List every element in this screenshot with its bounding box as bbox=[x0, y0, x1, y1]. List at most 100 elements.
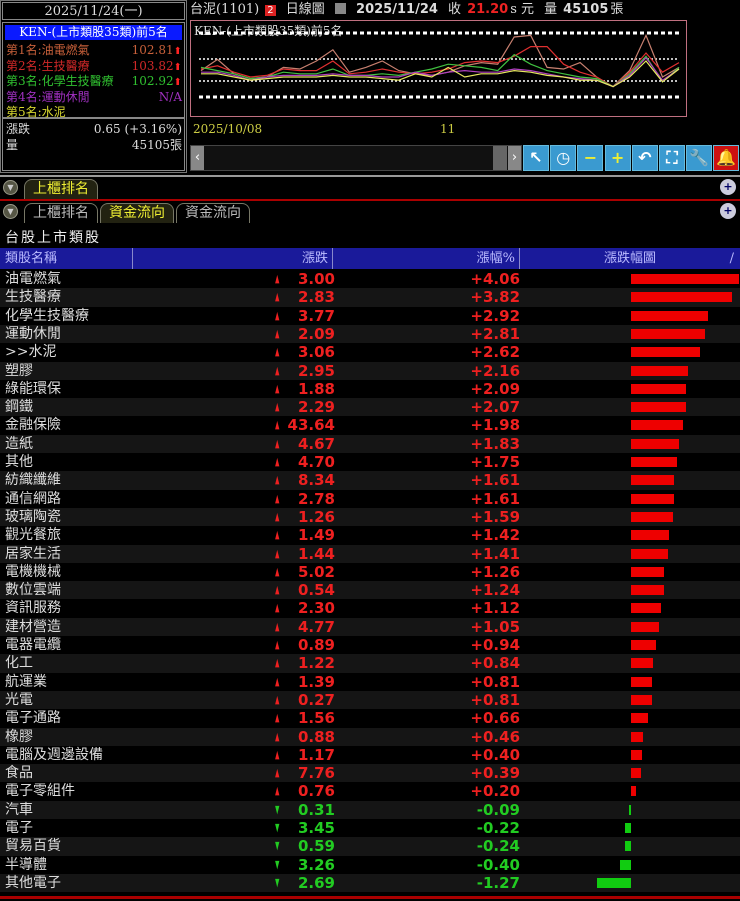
table-row[interactable]: 光電 ▲ 0.27 +0.81 bbox=[0, 690, 740, 710]
scroll-left-button[interactable]: ‹ bbox=[191, 146, 204, 170]
table-row[interactable]: 油電燃氣 ▲ 3.00 +4.06 bbox=[0, 270, 740, 289]
col-name[interactable]: 類股名稱 bbox=[0, 248, 133, 269]
change-value: 1.26 bbox=[297, 507, 335, 526]
table-row[interactable]: 塑膠 ▲ 2.95 +2.16 bbox=[0, 361, 740, 380]
fit-button[interactable]: ⛶ bbox=[659, 145, 685, 171]
table-row[interactable]: 電機機械 ▲ 5.02 +1.26 bbox=[0, 562, 740, 582]
arrow-button[interactable]: ↖ bbox=[523, 145, 549, 171]
pct-value: +1.05 bbox=[470, 617, 520, 636]
table-row[interactable]: 電腦及週邊設備 ▲ 1.17 +0.40 bbox=[0, 745, 740, 765]
pct-value: -0.09 bbox=[476, 800, 520, 819]
category-name: 紡織纖維 bbox=[5, 472, 61, 489]
zoom-icon[interactable]: + bbox=[720, 203, 736, 219]
pct-value: +2.81 bbox=[470, 324, 520, 343]
clock-button[interactable]: ◷ bbox=[550, 145, 577, 171]
table-row[interactable]: 橡膠 ▲ 0.88 +0.46 bbox=[0, 727, 740, 746]
bar-up bbox=[631, 749, 642, 760]
plus-button[interactable]: + bbox=[604, 145, 631, 171]
up-arrow-icon: ▲ bbox=[275, 564, 280, 578]
tab-fund-flow-2[interactable]: 資金流向 bbox=[176, 203, 250, 223]
change-value: 1.56 bbox=[297, 709, 335, 728]
tab-otc-rank-top[interactable]: 上櫃排名 bbox=[24, 179, 98, 199]
x-label-start: 2025/10/08 bbox=[193, 122, 263, 136]
table-row[interactable]: 電器電纜 ▲ 0.89 +0.94 bbox=[0, 636, 740, 655]
table-row[interactable]: 通信網路 ▲ 2.78 +1.61 bbox=[0, 489, 740, 508]
table-row[interactable]: 居家生活 ▲ 1.44 +1.41 bbox=[0, 544, 740, 563]
header-end: / bbox=[729, 251, 734, 266]
table-row[interactable]: 生技醫療 ▲ 2.83 +3.82 bbox=[0, 288, 740, 307]
table-row[interactable]: 金融保險 ▲ 43.64 +1.98 bbox=[0, 416, 740, 435]
table-row[interactable]: 造紙 ▲ 4.67 +1.83 bbox=[0, 434, 740, 453]
table-row[interactable]: 汽車 ▼ 0.31 -0.09 bbox=[0, 800, 740, 819]
minus-button[interactable]: − bbox=[577, 145, 604, 171]
change-value: 3.26 bbox=[297, 855, 335, 874]
undo-button[interactable]: ↶ bbox=[631, 145, 658, 171]
col-bar[interactable]: 漲跌幅圖 bbox=[520, 248, 740, 269]
scroll-thumb[interactable] bbox=[493, 146, 507, 170]
table-row[interactable]: 化工 ▲ 1.22 +0.84 bbox=[0, 654, 740, 673]
change-value: 2.95 bbox=[297, 361, 335, 380]
table-row[interactable]: 其他電子 ▼ 2.69 -1.27 bbox=[0, 873, 740, 893]
table-row[interactable]: 食品 ▲ 7.76 +0.39 bbox=[0, 764, 740, 783]
table-row[interactable]: 觀光餐旅 ▲ 1.49 +1.42 bbox=[0, 526, 740, 545]
table-row[interactable]: 航運業 ▲ 1.39 +0.81 bbox=[0, 672, 740, 691]
bell-button[interactable]: 🔔 bbox=[713, 145, 740, 171]
bar-up bbox=[631, 548, 669, 559]
category-name: 觀光餐旅 bbox=[5, 527, 61, 544]
table-row[interactable]: 建材營造 ▲ 4.77 +1.05 bbox=[0, 617, 740, 636]
tab-otc-rank[interactable]: 上櫃排名 bbox=[24, 203, 98, 223]
col-change[interactable]: 漲跌 bbox=[133, 248, 333, 269]
down-arrow-icon: ▼ bbox=[275, 839, 280, 853]
category-name: 其他 bbox=[5, 454, 33, 470]
mini-chart[interactable]: KEN-(上市類股35類)前5名 bbox=[190, 20, 687, 117]
pct-value: +1.26 bbox=[470, 562, 520, 581]
pct-value: +1.61 bbox=[470, 471, 520, 490]
chart-scrollbar[interactable]: ‹ › bbox=[190, 145, 522, 171]
zoom-icon[interactable]: + bbox=[720, 179, 736, 195]
table-row[interactable]: 鋼鐵 ▲ 2.29 +2.07 bbox=[0, 398, 740, 417]
table-row[interactable]: >>水泥 ▲ 3.06 +2.62 bbox=[0, 343, 740, 362]
stock-name[interactable]: 台泥(1101) bbox=[190, 2, 259, 17]
up-arrow-icon: ▲ bbox=[275, 290, 280, 304]
table-row[interactable]: 玻璃陶瓷 ▲ 1.26 +1.59 bbox=[0, 507, 740, 527]
up-arrow-icon: ▲ bbox=[275, 546, 280, 560]
table-row[interactable]: 化學生技醫療 ▲ 3.77 +2.92 bbox=[0, 306, 740, 325]
up-arrow-icon: ▲ bbox=[275, 528, 280, 542]
bar-down bbox=[597, 877, 631, 888]
table-row[interactable]: 資訊服務 ▲ 2.30 +1.12 bbox=[0, 599, 740, 618]
pct-value: +2.16 bbox=[470, 361, 520, 380]
table-row[interactable]: 紡織纖維 ▲ 8.34 +1.61 bbox=[0, 471, 740, 490]
bar-up bbox=[631, 274, 739, 284]
wrench-button[interactable]: 🔧 bbox=[686, 145, 713, 171]
dropdown-icon[interactable]: ▼ bbox=[3, 180, 18, 195]
table-row[interactable]: 數位雲端 ▲ 0.54 +1.24 bbox=[0, 581, 740, 600]
table-row[interactable]: 電子 ▼ 3.45 -0.22 bbox=[0, 819, 740, 838]
table-row[interactable]: 運動休閒 ▲ 2.09 +2.81 bbox=[0, 324, 740, 344]
table-row[interactable]: 綠能環保 ▲ 1.88 +2.09 bbox=[0, 379, 740, 399]
table-row[interactable]: 半導體 ▼ 3.26 -0.40 bbox=[0, 855, 740, 874]
up-arrow-icon: ▲ bbox=[275, 326, 280, 340]
pct-value: +0.40 bbox=[470, 745, 520, 764]
table-row[interactable]: 電子零組件 ▲ 0.76 +0.20 bbox=[0, 782, 740, 801]
vol-value: 45105 bbox=[563, 2, 609, 17]
bar-up bbox=[631, 676, 653, 687]
pct-value: +1.12 bbox=[470, 599, 520, 618]
scroll-right-button[interactable]: › bbox=[508, 146, 521, 170]
pct-value: -0.40 bbox=[476, 855, 520, 874]
col-pct[interactable]: 漲幅% bbox=[333, 248, 520, 269]
change-value: 0.31 bbox=[297, 800, 335, 819]
dropdown-icon[interactable]: ▼ bbox=[3, 204, 18, 219]
up-arrow-icon: ▲ bbox=[275, 272, 280, 285]
table-row[interactable]: 電子通路 ▲ 1.56 +0.66 bbox=[0, 709, 740, 728]
change-value: 0.59 bbox=[297, 837, 335, 856]
close-price: 21.20 bbox=[467, 2, 509, 17]
table-row[interactable]: 貿易百貨 ▼ 0.59 -0.24 bbox=[0, 837, 740, 856]
chart-type[interactable]: 日線圖 bbox=[286, 2, 325, 17]
change-value: 0.76 bbox=[297, 782, 335, 801]
vol-label: 量 bbox=[544, 2, 558, 17]
tab-fund-flow[interactable]: 資金流向 bbox=[100, 203, 174, 223]
table-row[interactable]: 其他 ▲ 4.70 +1.75 bbox=[0, 453, 740, 472]
up-arrow-icon: ▲ bbox=[275, 692, 280, 706]
pct-value: +1.83 bbox=[470, 434, 520, 453]
checkbox-icon[interactable] bbox=[334, 3, 346, 14]
